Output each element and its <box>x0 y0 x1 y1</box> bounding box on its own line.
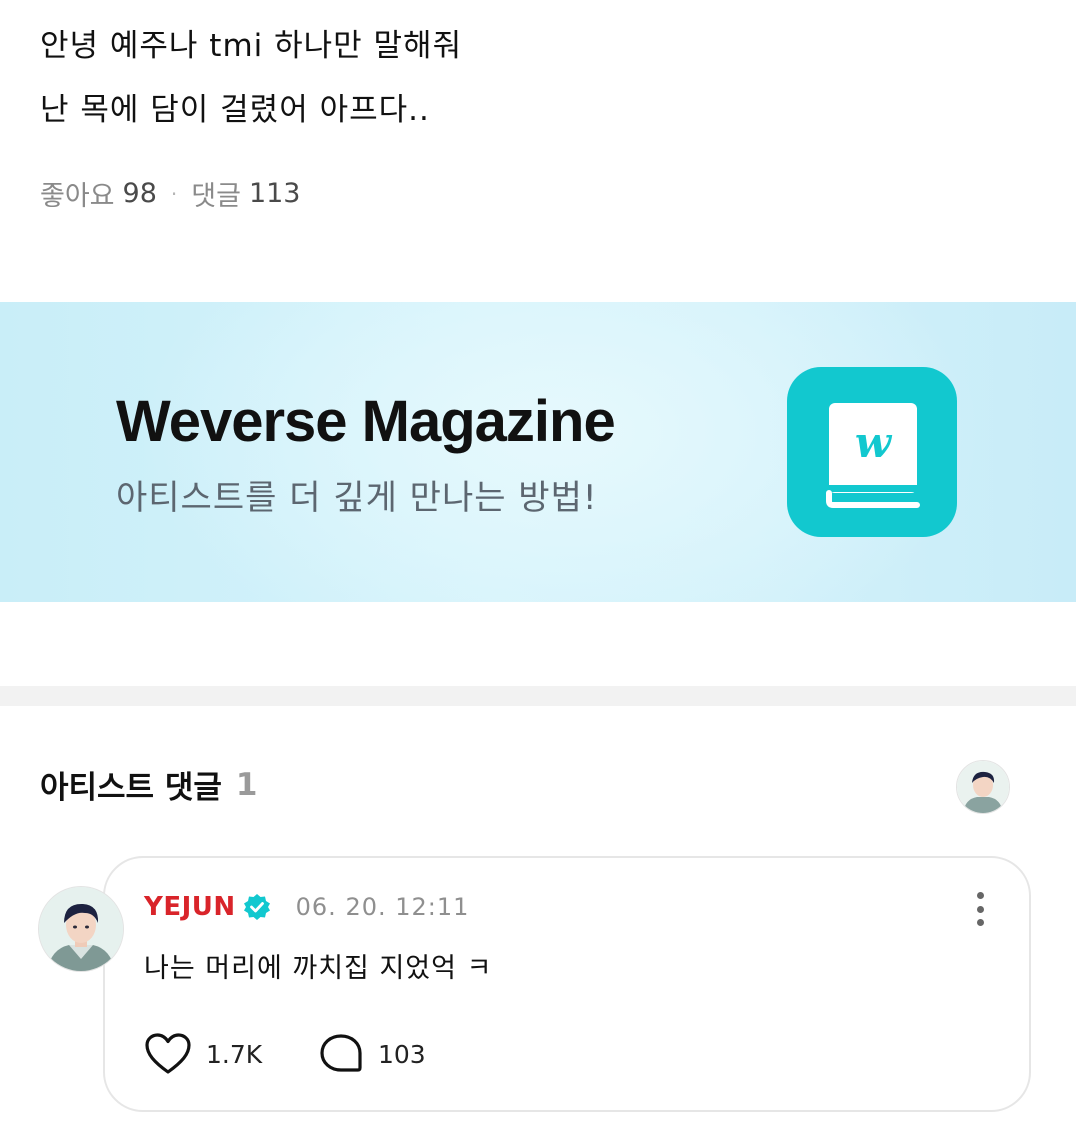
heart-icon <box>145 1033 191 1074</box>
comments-label: 댓글 <box>191 181 241 212</box>
post-stats: 좋아요 98 · 댓글 113 <box>40 174 300 213</box>
comment-bubble-icon <box>320 1034 362 1072</box>
comment-date: 06. 20. 12:11 <box>295 893 470 921</box>
post-line-1: 안녕 예주나 tmi 하나만 말해줘 <box>40 28 463 64</box>
like-count: 1.7K <box>206 1039 263 1069</box>
banner-subtitle: 아티스트를 더 깊게 만나는 방법! <box>116 478 598 518</box>
likes-label: 좋아요 <box>40 181 115 212</box>
banner-title: Weverse Magazine <box>116 389 616 454</box>
artist-comments-title: 아티스트 댓글 <box>40 770 222 806</box>
weverse-magazine-banner[interactable]: Weverse Magazine 아티스트를 더 깊게 만나는 방법! w <box>0 302 1076 602</box>
comments-count[interactable]: 113 <box>249 178 301 209</box>
artist-comments-count: 1 <box>235 766 258 803</box>
comment-author-name[interactable]: YEJUN <box>144 892 236 922</box>
section-divider <box>0 686 1076 706</box>
artist-comments-header: 아티스트 댓글 1 <box>40 762 258 807</box>
reply-count: 103 <box>378 1039 426 1069</box>
weverse-magazine-book-icon: w <box>787 367 957 537</box>
likes-count[interactable]: 98 <box>123 178 157 209</box>
comment-author-row: YEJUN 06. 20. 12:11 <box>144 892 469 922</box>
comment-author-avatar[interactable] <box>38 886 124 972</box>
verified-badge-icon <box>242 892 272 922</box>
more-options-icon[interactable] <box>966 888 994 930</box>
comment-text: 나는 머리에 까치집 지었억 ㅋ <box>144 953 493 984</box>
post-content: 안녕 예주나 tmi 하나만 말해줘 난 목에 담이 걸렸어 아프다.. <box>40 14 1040 142</box>
reply-button[interactable]: 103 <box>318 1032 426 1076</box>
banner-icon-letter: w <box>855 418 893 467</box>
stats-separator: · <box>170 181 178 206</box>
like-button[interactable]: 1.7K <box>144 1032 262 1076</box>
artist-avatar[interactable] <box>956 760 1010 814</box>
post-line-2: 난 목에 담이 걸렸어 아프다.. <box>40 92 430 128</box>
